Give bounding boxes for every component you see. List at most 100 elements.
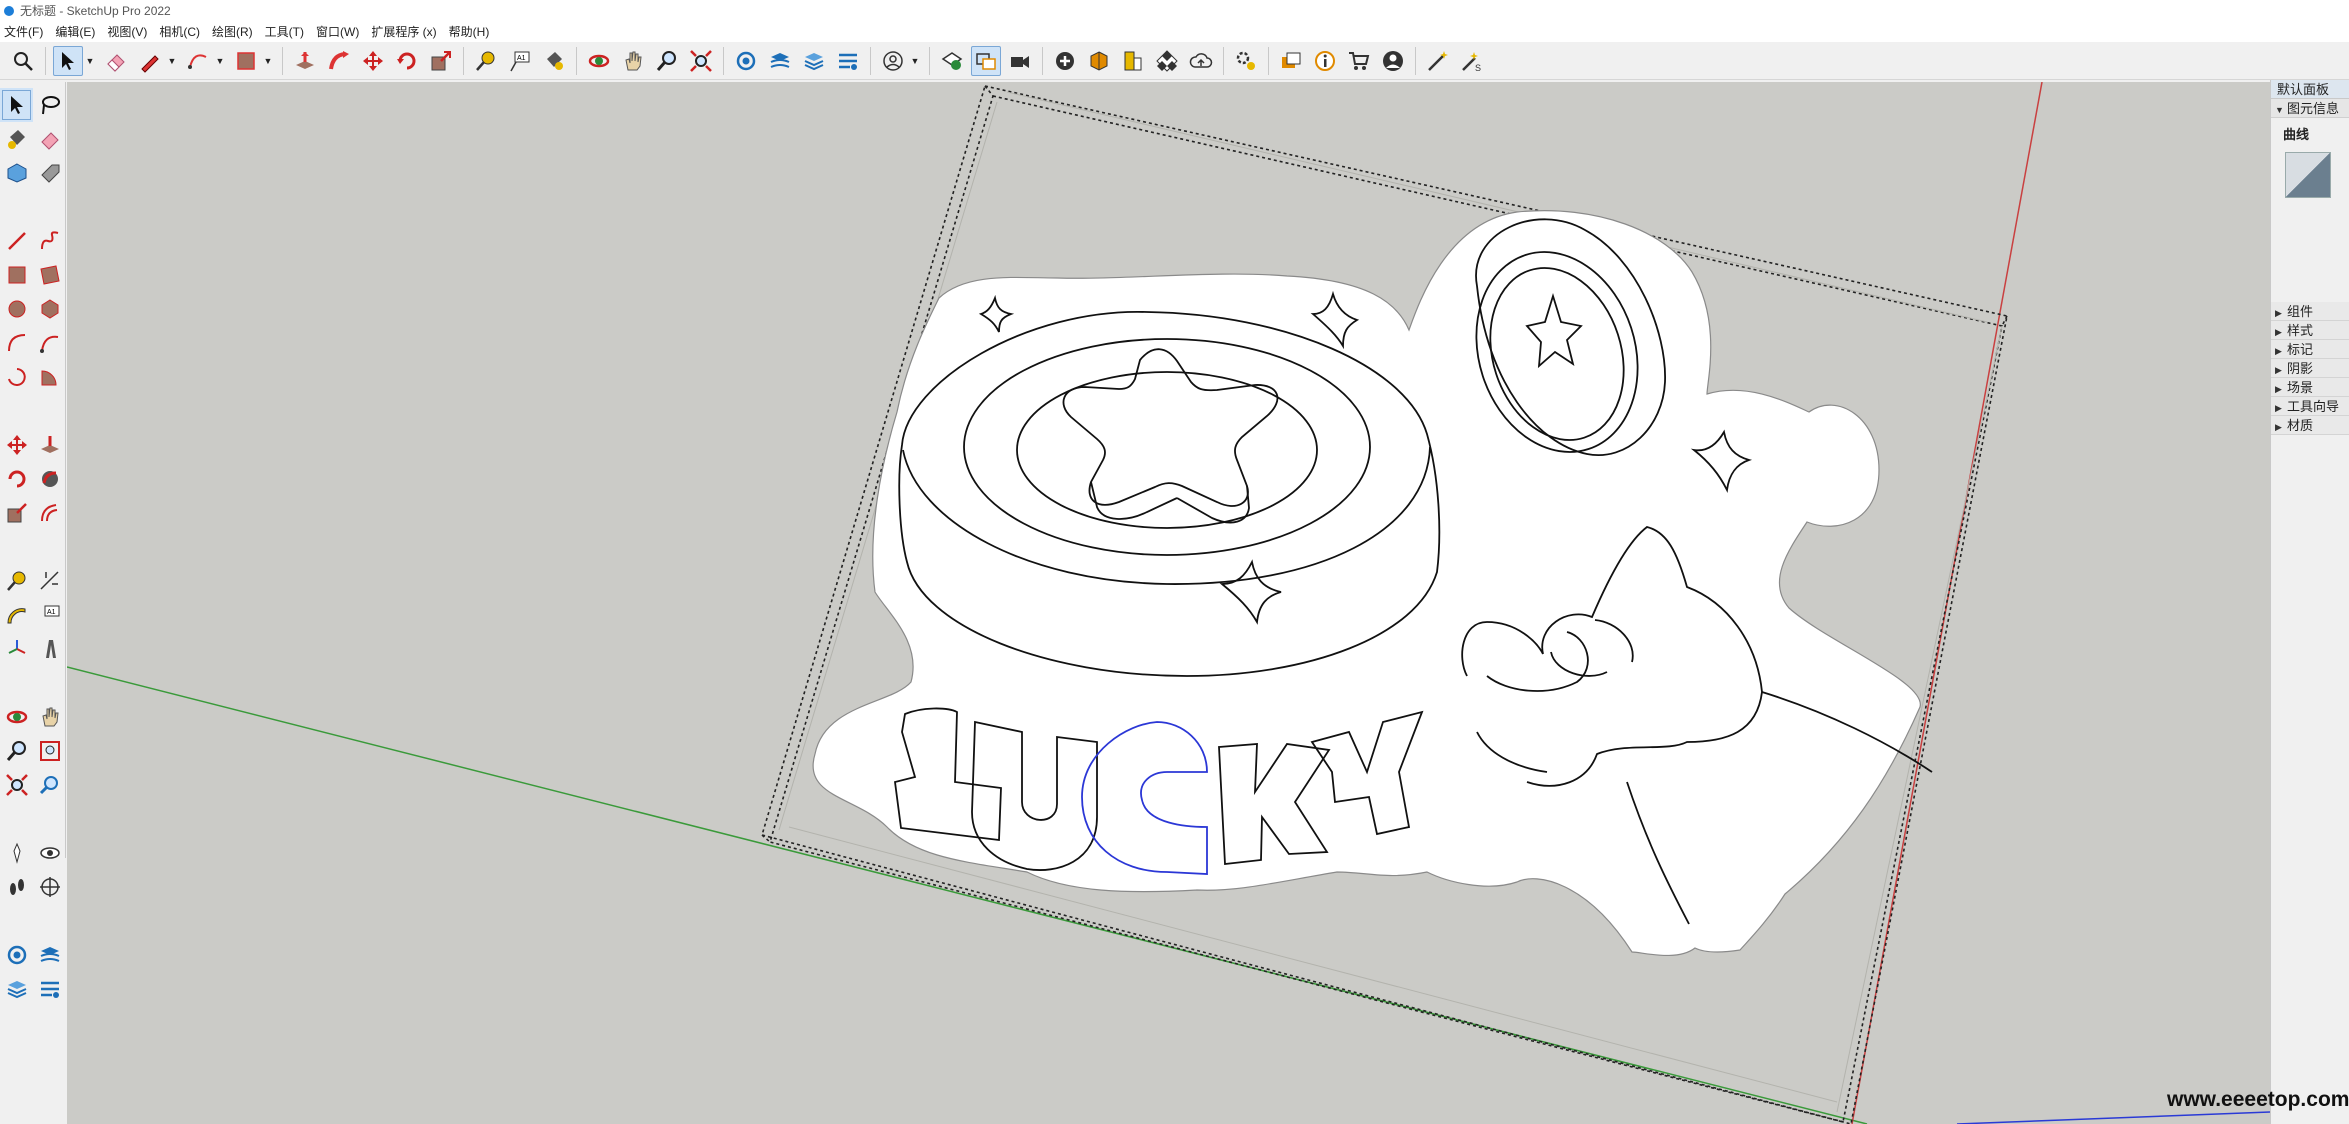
extension-icon[interactable]: [1231, 46, 1261, 76]
magic-wand-s-icon[interactable]: S: [1457, 46, 1487, 76]
tape-measure-icon[interactable]: [0, 564, 33, 598]
extension-warehouse-icon[interactable]: [33, 938, 66, 972]
push-pull-icon[interactable]: [290, 46, 320, 76]
axes-icon[interactable]: [0, 632, 33, 666]
scene-canvas[interactable]: [67, 82, 2270, 1124]
layers-stack-icon[interactable]: [0, 972, 33, 1006]
camera-icon[interactable]: [1005, 46, 1035, 76]
follow-me-icon[interactable]: [324, 46, 354, 76]
protractor-icon[interactable]: [0, 598, 33, 632]
orbit-icon[interactable]: [584, 46, 614, 76]
menu-extensions[interactable]: 扩展程序 (x): [367, 23, 444, 40]
select-icon[interactable]: [53, 45, 83, 76]
cloud-icon[interactable]: [1186, 46, 1216, 76]
modeling-viewport[interactable]: [67, 82, 2270, 1124]
pencil-icon[interactable]: [135, 46, 165, 76]
panel-styles[interactable]: ▶ 样式: [2271, 321, 2349, 340]
walk-icon[interactable]: [0, 870, 33, 904]
zoom-icon[interactable]: [0, 734, 33, 768]
section-plane-icon[interactable]: [33, 870, 66, 904]
3d-text-icon[interactable]: [33, 632, 66, 666]
cart-icon[interactable]: [1344, 46, 1374, 76]
scene-icon[interactable]: [971, 45, 1001, 76]
account-icon[interactable]: [1378, 46, 1408, 76]
menu-help[interactable]: 帮助(H): [445, 23, 498, 40]
magic-wand-icon[interactable]: [1423, 46, 1453, 76]
scale-icon[interactable]: [426, 46, 456, 76]
rotate-icon[interactable]: [392, 46, 422, 76]
user-icon[interactable]: [878, 46, 908, 76]
two-point-arc-icon[interactable]: [33, 326, 66, 360]
rotate-icon[interactable]: [0, 462, 33, 496]
geo-location-icon[interactable]: [937, 46, 967, 76]
layers-icon[interactable]: [765, 46, 795, 76]
rectangle-icon[interactable]: [0, 258, 33, 292]
tag-icon[interactable]: [33, 156, 66, 190]
panel-materials[interactable]: ▶ 材质: [2271, 416, 2349, 435]
polygon-icon[interactable]: [33, 292, 66, 326]
component-icon[interactable]: [0, 156, 33, 190]
offset-icon[interactable]: [33, 496, 66, 530]
menu-window[interactable]: 窗口(W): [312, 23, 367, 40]
previous-view-icon[interactable]: [33, 768, 66, 802]
freehand-icon[interactable]: [33, 224, 66, 258]
move-icon[interactable]: [358, 46, 388, 76]
pan-icon[interactable]: [33, 700, 66, 734]
tape-measure-icon[interactable]: [471, 46, 501, 76]
settings-layers-icon[interactable]: [33, 972, 66, 1006]
panel-shadows[interactable]: ▶ 阴影: [2271, 359, 2349, 378]
add-icon[interactable]: [1050, 46, 1080, 76]
checker-icon[interactable]: [1152, 46, 1182, 76]
scale-icon[interactable]: [0, 496, 33, 530]
select-dropdown-icon[interactable]: ▼: [85, 46, 95, 76]
position-camera-icon[interactable]: [0, 836, 33, 870]
message-icon[interactable]: [1276, 46, 1306, 76]
eraser-icon[interactable]: [33, 122, 66, 156]
material-swatch[interactable]: [2285, 152, 2331, 198]
dimension-icon[interactable]: [33, 564, 66, 598]
menu-view[interactable]: 视图(V): [103, 23, 155, 40]
rectangle-icon[interactable]: [231, 46, 261, 76]
panel-instructor[interactable]: ▶ 工具向导: [2271, 397, 2349, 416]
three-point-arc-icon[interactable]: [0, 360, 33, 394]
panel-tags[interactable]: ▶ 标记: [2271, 340, 2349, 359]
zoom-window-icon[interactable]: [33, 734, 66, 768]
rectangle-dropdown-icon[interactable]: ▼: [263, 46, 273, 76]
paint-bucket-icon[interactable]: [539, 46, 569, 76]
zoom-extents-icon[interactable]: [0, 768, 33, 802]
entity-info-header[interactable]: ▼ 图元信息: [2271, 99, 2349, 118]
follow-me-icon[interactable]: [33, 462, 66, 496]
arc-dropdown-icon[interactable]: ▼: [215, 46, 225, 76]
text-icon[interactable]: A1: [505, 46, 535, 76]
look-around-icon[interactable]: [33, 836, 66, 870]
pan-icon[interactable]: [618, 46, 648, 76]
menu-edit[interactable]: 编辑(E): [51, 23, 103, 40]
tray-title[interactable]: 默认面板: [2271, 80, 2349, 99]
move-icon[interactable]: [0, 428, 33, 462]
component-icon[interactable]: [1084, 46, 1114, 76]
search-icon[interactable]: [8, 46, 38, 76]
text-icon[interactable]: A1: [33, 598, 66, 632]
zoom-icon[interactable]: [652, 46, 682, 76]
menu-file[interactable]: 文件(F): [0, 23, 51, 40]
pie-icon[interactable]: [33, 360, 66, 394]
paint-bucket-icon[interactable]: [0, 122, 33, 156]
menu-draw[interactable]: 绘图(R): [208, 23, 261, 40]
3d-warehouse-icon[interactable]: [731, 46, 761, 76]
arc-icon[interactable]: [183, 46, 213, 76]
zoom-extents-icon[interactable]: [686, 46, 716, 76]
arc-icon[interactable]: [0, 326, 33, 360]
user-dropdown-icon[interactable]: ▼: [910, 46, 920, 76]
panel-scenes[interactable]: ▶ 场景: [2271, 378, 2349, 397]
orbit-icon[interactable]: [0, 700, 33, 734]
3d-warehouse-icon[interactable]: [0, 938, 33, 972]
sandbox-icon[interactable]: [1118, 46, 1148, 76]
pencil-dropdown-icon[interactable]: ▼: [167, 46, 177, 76]
circle-icon[interactable]: [0, 292, 33, 326]
info-icon[interactable]: [1310, 46, 1340, 76]
menu-tools[interactable]: 工具(T): [261, 23, 312, 40]
settings-layers-icon[interactable]: [833, 46, 863, 76]
layers-stack-icon[interactable]: [799, 46, 829, 76]
line-icon[interactable]: [0, 224, 33, 258]
menu-camera[interactable]: 相机(C): [155, 23, 208, 40]
